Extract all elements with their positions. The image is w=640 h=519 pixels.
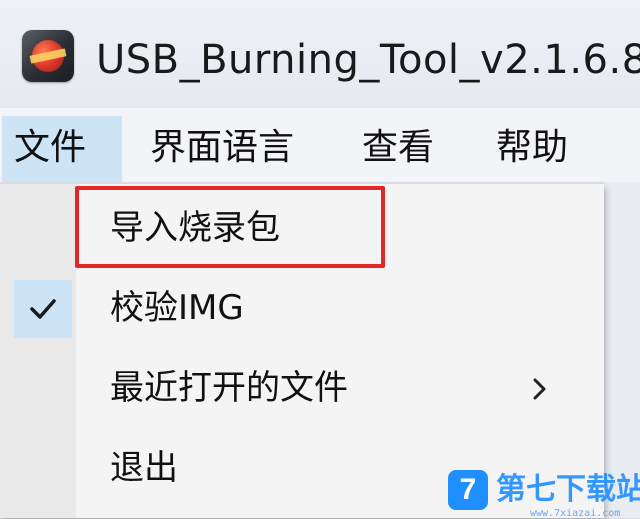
menu-interface-language[interactable]: 界面语言 xyxy=(150,128,294,168)
menu-file[interactable]: 文件 xyxy=(2,116,122,182)
watermark-text: 第七下载站 xyxy=(496,472,640,507)
menu-item-verify-img[interactable]: 校验IMG xyxy=(0,272,604,346)
app-icon xyxy=(22,30,74,82)
annotation-highlight-box xyxy=(75,186,385,268)
menu-view[interactable]: 查看 xyxy=(362,128,434,168)
menu-item-label: 校验IMG xyxy=(110,288,244,328)
menu-bar: 文件 界面语言 查看 帮助 xyxy=(0,108,640,182)
site-watermark: 7 第七下载站 www.7xiazai.com xyxy=(448,468,640,519)
menu-item-label: 最近打开的文件 xyxy=(110,368,348,408)
check-icon xyxy=(14,280,72,338)
menu-item-recent-files[interactable]: 最近打开的文件 xyxy=(0,352,604,426)
title-bar: USB_Burning_Tool_v2.1.6.8 xyxy=(0,0,640,108)
menu-item-label: 退出 xyxy=(110,448,178,488)
chevron-right-icon xyxy=(533,378,546,400)
window-title: USB_Burning_Tool_v2.1.6.8 xyxy=(96,37,640,83)
watermark-logo: 7 xyxy=(448,470,488,510)
watermark-url: www.7xiazai.com xyxy=(530,508,621,519)
menu-help[interactable]: 帮助 xyxy=(496,128,568,168)
